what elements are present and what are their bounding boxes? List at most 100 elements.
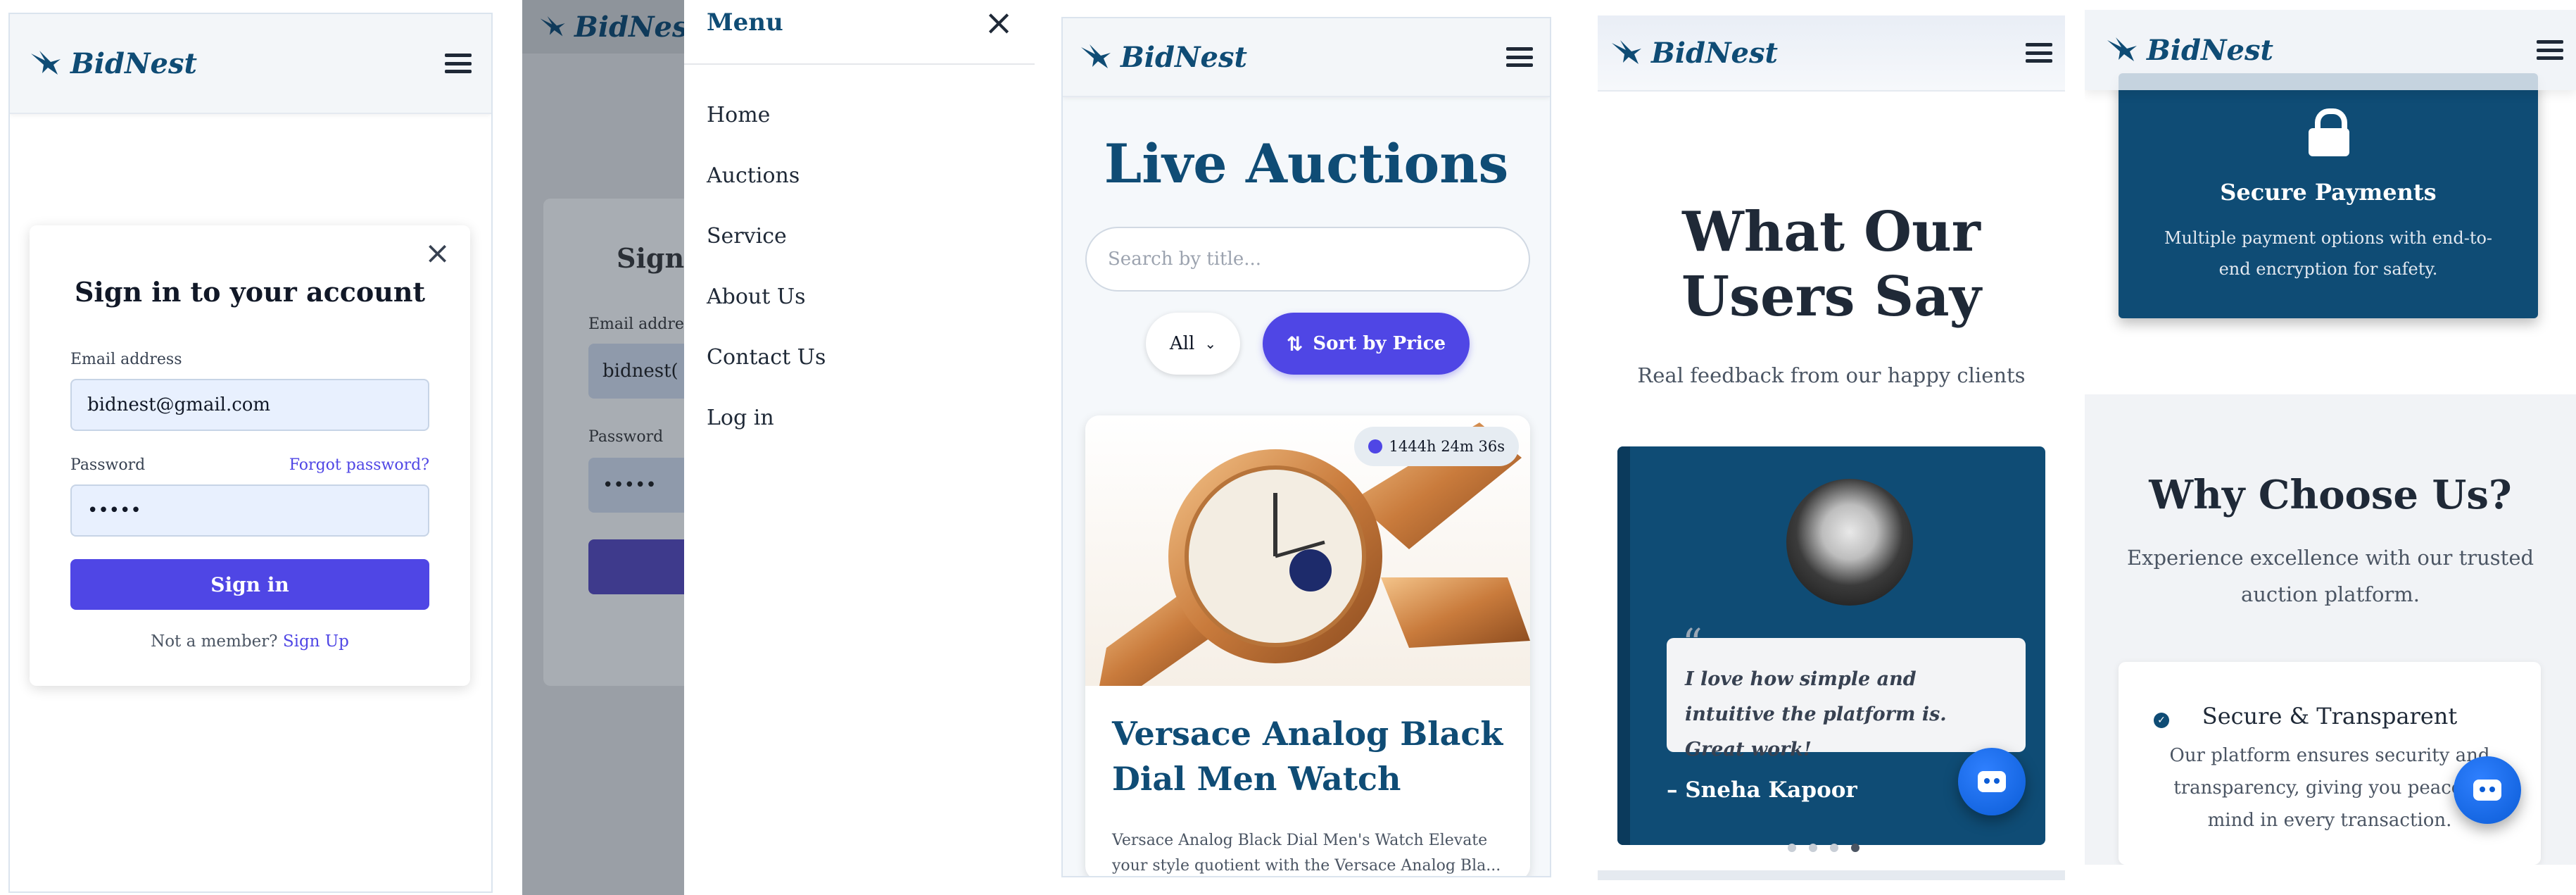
section-subtitle: Experience excellence with our trusted a… bbox=[2126, 546, 2534, 606]
auctions-screen: BidNest Live Auctions Search by title...… bbox=[1061, 17, 1551, 877]
feature-desc: Our platform ensures security and transp… bbox=[2169, 745, 2490, 831]
dimmed-email-value: bidnest( bbox=[602, 361, 678, 382]
hamburger-menu-icon[interactable] bbox=[2537, 40, 2563, 60]
email-value: bidnest@gmail.com bbox=[87, 394, 271, 415]
carousel-dot[interactable] bbox=[1851, 844, 1860, 852]
menu-item-login[interactable]: Log in bbox=[707, 406, 774, 430]
bird-logo-icon bbox=[2107, 37, 2137, 61]
quote-mark-icon: “ bbox=[1682, 621, 1703, 667]
why-screen: Secure Payments Multiple payment options… bbox=[2085, 10, 2576, 865]
quote-text: I love how simple and intuitive the plat… bbox=[1685, 668, 1947, 761]
signin-title: Sign in to your account bbox=[74, 276, 426, 308]
brand-logo[interactable]: BidNest bbox=[30, 47, 197, 80]
sort-icon: ⇅ bbox=[1286, 332, 1303, 356]
carousel-dots[interactable] bbox=[1788, 844, 1860, 852]
forgot-password-link[interactable]: Forgot password? bbox=[289, 456, 429, 474]
chatbot-button[interactable] bbox=[1958, 748, 2026, 815]
payments-desc: Multiple payment options with end-to-end… bbox=[2164, 228, 2493, 279]
section-title: What Our Users Say bbox=[1681, 200, 1981, 329]
brand-name: BidNest bbox=[2147, 33, 2273, 67]
auction-title[interactable]: Versace Analog Black Dial Men Watch bbox=[1112, 711, 1506, 801]
password-field[interactable]: ••••• bbox=[70, 484, 429, 537]
close-icon[interactable]: × bbox=[424, 238, 450, 269]
signup-prompt: Not a member? Sign Up bbox=[30, 632, 470, 651]
member-text: Not a member? bbox=[151, 632, 278, 651]
bird-logo-icon bbox=[31, 51, 61, 75]
menu-divider bbox=[684, 63, 1035, 65]
robot-icon bbox=[1978, 771, 2006, 792]
signin-button[interactable]: Sign in bbox=[70, 559, 429, 610]
site-header: BidNest bbox=[1598, 15, 2065, 92]
bird-logo-icon bbox=[1612, 40, 1641, 64]
menu-screen: BidNest Sign Email addre bidnest( Passwo… bbox=[522, 0, 1035, 895]
signin-screen: BidNest × Sign in to your account Email … bbox=[8, 13, 493, 893]
dimmed-email-label: Email addre bbox=[588, 315, 684, 333]
section-title: Why Choose Us? bbox=[2149, 472, 2512, 518]
secure-payments-card: Secure Payments Multiple payment options… bbox=[2119, 73, 2538, 318]
carousel-dot[interactable] bbox=[1788, 844, 1796, 852]
brand-logo[interactable]: BidNest bbox=[2106, 34, 2273, 67]
brand-name: BidNest bbox=[574, 10, 701, 44]
dimmed-header: BidNest bbox=[522, 0, 701, 54]
brand-name: BidNest bbox=[1120, 40, 1247, 74]
feature-title: Secure & Transparent bbox=[2202, 703, 2458, 730]
dimmed-title: Sign bbox=[617, 242, 685, 274]
avatar bbox=[1786, 479, 1913, 606]
password-value: ••••• bbox=[87, 500, 141, 521]
author-name: – Sneha Kapoor bbox=[1667, 777, 1857, 803]
menu-item-about[interactable]: About Us bbox=[707, 284, 806, 309]
carousel-dot[interactable] bbox=[1809, 844, 1817, 852]
clock-icon bbox=[1368, 439, 1382, 453]
email-field[interactable]: bidnest@gmail.com bbox=[70, 379, 429, 431]
auction-description: Versace Analog Black Dial Men's Watch El… bbox=[1112, 832, 1501, 875]
dimmed-page: BidNest Sign Email addre bidnest( Passwo… bbox=[522, 0, 708, 895]
hamburger-menu-icon[interactable] bbox=[1506, 47, 1533, 67]
dimmed-signin-card: Sign Email addre bidnest( Password ••••• bbox=[543, 199, 708, 686]
payments-title: Secure Payments bbox=[2220, 179, 2437, 206]
sort-label: Sort by Price bbox=[1313, 333, 1446, 354]
prev-slide-edge bbox=[1617, 446, 1630, 845]
section-subtitle: Real feedback from our happy clients bbox=[1637, 363, 2026, 387]
signup-link[interactable]: Sign Up bbox=[283, 632, 349, 651]
lock-icon bbox=[2309, 108, 2349, 156]
search-input[interactable]: Search by title... bbox=[1085, 227, 1530, 292]
password-label: Password bbox=[70, 456, 146, 474]
timer-badge: 1444h 24m 36s bbox=[1353, 427, 1519, 466]
bird-logo-icon bbox=[540, 15, 565, 37]
menu-item-service[interactable]: Service bbox=[707, 224, 787, 249]
site-header: BidNest bbox=[2085, 10, 2576, 90]
brand-logo[interactable]: BidNest bbox=[1610, 37, 1778, 70]
page-title: Live Auctions bbox=[1104, 132, 1509, 195]
menu-drawer: Menu × Home Auctions Service About Us Co… bbox=[684, 0, 1035, 895]
category-select[interactable]: All ⌄ bbox=[1146, 313, 1240, 375]
dimmed-password-label: Password bbox=[588, 428, 664, 446]
email-label: Email address bbox=[70, 351, 182, 368]
testimonials-screen: BidNest What Our Users Say Real feedback… bbox=[1598, 15, 2065, 880]
hamburger-menu-icon[interactable] bbox=[445, 54, 472, 73]
brand-name: BidNest bbox=[1651, 36, 1778, 70]
footer-bar bbox=[1598, 870, 2065, 880]
brand-name: BidNest bbox=[70, 46, 197, 80]
close-icon[interactable]: × bbox=[984, 3, 1014, 42]
site-header: BidNest bbox=[1063, 18, 1550, 97]
menu-item-auctions[interactable]: Auctions bbox=[707, 163, 800, 188]
testimonial-carousel[interactable]: “ I love how simple and intuitive the pl… bbox=[1617, 446, 2045, 845]
menu-title: Menu bbox=[707, 8, 783, 37]
site-header: BidNest bbox=[10, 14, 491, 114]
hamburger-menu-icon[interactable] bbox=[2026, 43, 2052, 63]
bird-logo-icon bbox=[1081, 44, 1111, 68]
brand-logo[interactable]: BidNest bbox=[1080, 41, 1247, 74]
chatbot-button[interactable] bbox=[2454, 756, 2521, 824]
signin-card: × Sign in to your account Email address … bbox=[30, 225, 470, 686]
robot-icon bbox=[2473, 780, 2501, 801]
menu-item-contact[interactable]: Contact Us bbox=[707, 345, 826, 370]
menu-item-home[interactable]: Home bbox=[707, 103, 770, 127]
timer-value: 1444h 24m 36s bbox=[1389, 438, 1505, 455]
sort-by-price-button[interactable]: ⇅ Sort by Price bbox=[1263, 313, 1470, 375]
search-placeholder: Search by title... bbox=[1108, 249, 1262, 270]
category-value: All bbox=[1169, 333, 1195, 354]
auction-card[interactable]: 1444h 24m 36s Versace Analog Black Dial … bbox=[1085, 415, 1530, 876]
carousel-dot[interactable] bbox=[1830, 844, 1838, 852]
chevron-down-icon: ⌄ bbox=[1204, 335, 1217, 352]
dimmed-password-value: ••••• bbox=[602, 475, 657, 496]
